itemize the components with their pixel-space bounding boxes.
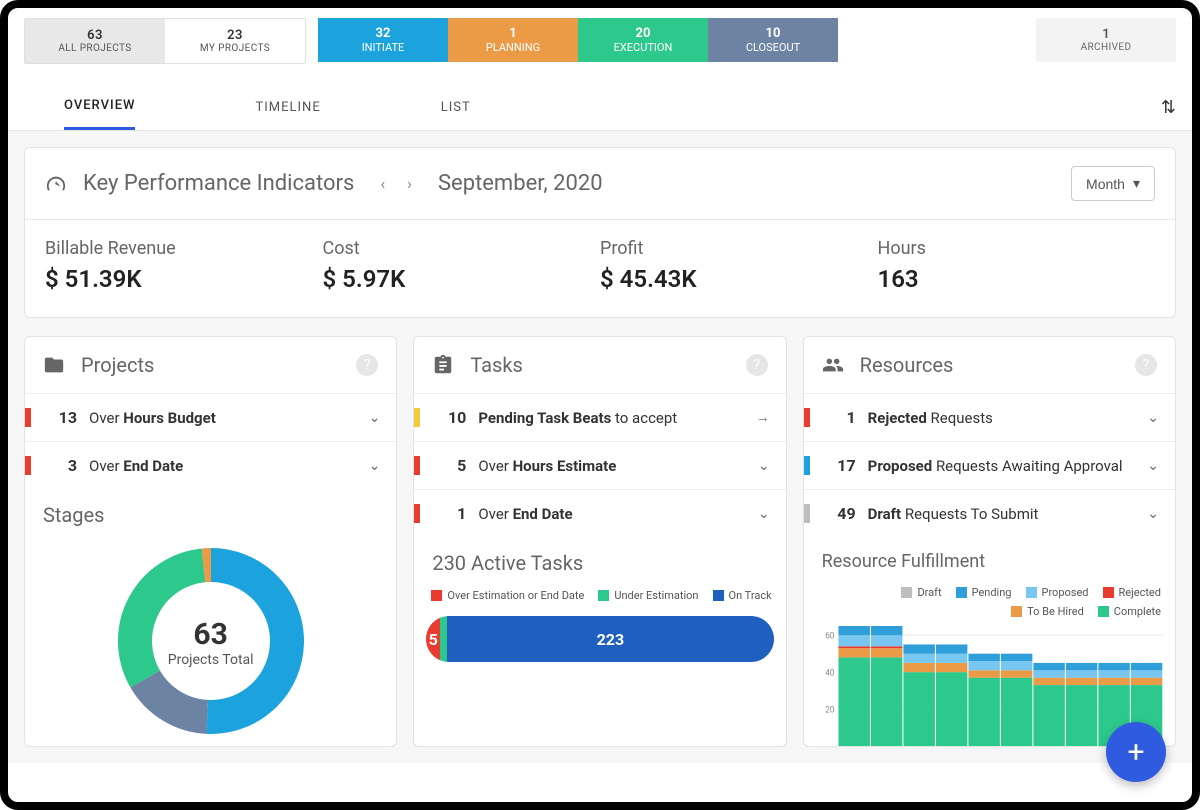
kpi-next-icon[interactable]: ›: [407, 174, 412, 193]
filter-my-label: MY PROJECTS: [200, 43, 270, 54]
filter-my-projects[interactable]: 23 MY PROJECTS: [165, 19, 305, 63]
tasks-title: Tasks: [470, 353, 523, 377]
resources-title: Resources: [860, 353, 954, 377]
kpi-month: September, 2020: [438, 171, 603, 196]
period-label: Month: [1086, 176, 1125, 192]
chevron-icon: →: [756, 409, 770, 426]
active-tasks-title: 230 Active Tasks: [414, 537, 785, 581]
chevron-down-icon: ▾: [1133, 175, 1140, 192]
resources-row-0[interactable]: 1Rejected Requests⌄: [804, 393, 1175, 441]
clipboard-icon: [432, 354, 454, 376]
tasks-bar-chart: 5 223: [426, 616, 773, 662]
resources-legend: Draft Pending Proposed Rejected To Be Hi…: [804, 578, 1175, 626]
period-select[interactable]: Month ▾: [1071, 166, 1155, 201]
filter-all-count: 63: [87, 28, 103, 43]
filter-all-projects[interactable]: 63 ALL PROJECTS: [25, 19, 165, 63]
resources-row-1[interactable]: 17Proposed Requests Awaiting Approval⌄: [804, 441, 1175, 489]
projects-title: Projects: [81, 353, 154, 377]
tab-timeline[interactable]: TIMELINE: [255, 86, 320, 129]
sort-icon[interactable]: ⇅: [1161, 97, 1176, 118]
tasks-row-0[interactable]: 10Pending Task Beats to accept→: [414, 393, 785, 441]
kpi-title: Key Performance Indicators: [83, 171, 354, 196]
chevron-icon: ⌄: [1147, 506, 1159, 522]
donut-label: Projects Total: [168, 652, 254, 668]
archived-label: ARCHIVED: [1081, 42, 1132, 53]
metric-profit: Profit $ 45.43K: [600, 238, 878, 293]
help-icon[interactable]: ?: [1135, 354, 1157, 376]
archived-count: 1: [1102, 27, 1109, 42]
chevron-icon: ⌄: [758, 506, 770, 522]
resources-row-2[interactable]: 49Draft Requests To Submit⌄: [804, 489, 1175, 537]
filter-all-label: ALL PROJECTS: [58, 43, 131, 54]
tasks-row-1[interactable]: 5Over Hours Estimate⌄: [414, 441, 785, 489]
chevron-icon: ⌄: [369, 410, 381, 426]
stages-donut: 63 Projects Total: [25, 533, 396, 741]
projects-row-0[interactable]: 13Over Hours Budget⌄: [25, 393, 396, 441]
donut-total: 63: [168, 617, 254, 652]
chevron-icon: ⌄: [369, 458, 381, 474]
svg-text:60: 60: [825, 631, 834, 641]
fab-add-button[interactable]: +: [1106, 722, 1166, 782]
stages-title: Stages: [25, 489, 396, 533]
metric-hours: Hours 163: [878, 238, 1156, 293]
stage-closeout[interactable]: 10CLOSEOUT: [708, 18, 838, 62]
fulfillment-title: Resource Fulfillment: [804, 537, 1175, 578]
chevron-icon: ⌄: [758, 458, 770, 474]
tasks-legend: Over Estimation or End Date Under Estima…: [414, 581, 785, 610]
help-icon[interactable]: ?: [746, 354, 768, 376]
metric-revenue: Billable Revenue $ 51.39K: [45, 238, 323, 293]
folder-icon: [43, 354, 65, 376]
filter-my-count: 23: [227, 28, 243, 43]
tab-overview[interactable]: OVERVIEW: [64, 84, 135, 130]
tasks-panel: Tasks ? 10Pending Task Beats to accept→5…: [413, 336, 786, 747]
kpi-card: Key Performance Indicators ‹ › September…: [24, 147, 1176, 318]
help-icon[interactable]: ?: [356, 354, 378, 376]
people-icon: [822, 354, 844, 376]
gauge-icon: [45, 173, 67, 195]
chevron-icon: ⌄: [1147, 458, 1159, 474]
tasks-row-2[interactable]: 1Over End Date⌄: [414, 489, 785, 537]
metric-cost: Cost $ 5.97K: [323, 238, 601, 293]
svg-text:20: 20: [825, 705, 834, 715]
stage-planning[interactable]: 1PLANNING: [448, 18, 578, 62]
kpi-prev-icon[interactable]: ‹: [380, 174, 385, 193]
resources-panel: Resources ? 1Rejected Requests⌄17Propose…: [803, 336, 1176, 747]
chevron-icon: ⌄: [1147, 410, 1159, 426]
svg-text:40: 40: [825, 668, 834, 678]
stage-execution[interactable]: 20EXECUTION: [578, 18, 708, 62]
projects-row-1[interactable]: 3Over End Date⌄: [25, 441, 396, 489]
tab-list[interactable]: LIST: [441, 86, 471, 129]
filter-archived[interactable]: 1 ARCHIVED: [1036, 18, 1176, 62]
projects-panel: Projects ? 13Over Hours Budget⌄3Over End…: [24, 336, 397, 747]
stage-initiate[interactable]: 32INITIATE: [318, 18, 448, 62]
